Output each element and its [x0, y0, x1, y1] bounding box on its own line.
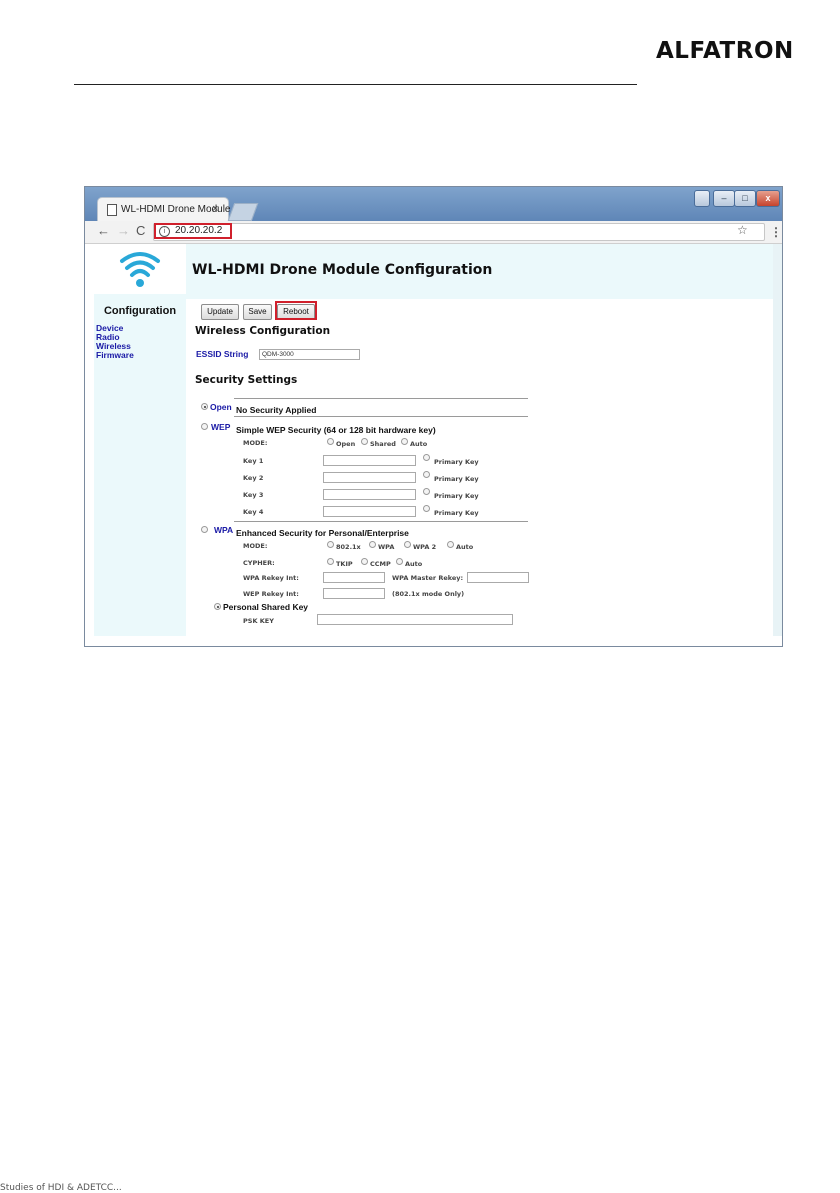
key-1-primary-radio[interactable]: [423, 454, 430, 461]
new-tab-button[interactable]: [227, 203, 259, 221]
key-4-input[interactable]: [323, 506, 416, 517]
key-1-input[interactable]: [323, 455, 416, 466]
open-label: Open: [210, 402, 232, 412]
key-2-primary-radio[interactable]: [423, 471, 430, 478]
key-1-primary-label: Primary Key: [434, 458, 479, 466]
key-2-label: Key 2: [243, 474, 264, 482]
wpa-mode-wpa2-label: WPA 2: [413, 543, 437, 551]
essid-input[interactable]: QDM-3000: [259, 349, 360, 360]
wpa-master-rekey-label: WPA Master Rekey:: [392, 574, 464, 582]
key-1-label: Key 1: [243, 457, 264, 465]
key-4-label: Key 4: [243, 508, 264, 516]
cypher-ccmp-radio[interactable]: [361, 558, 368, 565]
cypher-auto-radio[interactable]: [396, 558, 403, 565]
page-title: WL-HDMI Drone Module Configuration: [192, 262, 493, 278]
sidebar: [94, 244, 186, 636]
wpa-rekey-input[interactable]: [323, 572, 385, 583]
sidebar-heading: Configuration: [103, 305, 177, 317]
bookmark-star-icon[interactable]: ☆: [737, 223, 748, 237]
wifi-icon: [120, 252, 160, 287]
wpa-radio[interactable]: [201, 526, 208, 533]
header-rule: [74, 84, 637, 85]
page-header: WL-HDMI Drone Module Configuration: [186, 244, 773, 299]
key-4-primary-label: Primary Key: [434, 509, 479, 517]
cypher-tkip-label: TKIP: [336, 560, 353, 568]
key-3-label: Key 3: [243, 491, 264, 499]
psk-option-label: Personal Shared Key: [223, 602, 309, 612]
back-arrow-icon[interactable]: ←: [97, 224, 110, 238]
browser-window: WL-HDMI Drone Module × – □ x ← → C i 20.…: [84, 186, 783, 647]
minimize-button[interactable]: –: [713, 190, 735, 207]
key-2-input[interactable]: [323, 472, 416, 483]
update-button[interactable]: Update: [201, 304, 239, 320]
wpa-master-rekey-input[interactable]: [467, 572, 529, 583]
wep-mode-open-label: Open: [336, 440, 356, 448]
browser-menu-icon[interactable]: ⋮: [770, 225, 782, 239]
profile-icon[interactable]: [694, 190, 710, 207]
wep-mode-shared-radio[interactable]: [361, 438, 368, 445]
key-4-primary-radio[interactable]: [423, 505, 430, 512]
essid-label: ESSID String: [196, 349, 249, 359]
close-window-button[interactable]: x: [756, 190, 780, 207]
wifi-logo-box: [94, 244, 186, 294]
wep-description: Simple WEP Security (64 or 128 bit hardw…: [236, 425, 436, 435]
address-highlight-box: [154, 223, 232, 239]
separator: [234, 416, 528, 417]
wep-label: WEP: [211, 422, 231, 432]
wpa-mode-8021x-radio[interactable]: [327, 541, 334, 548]
wpa-mode-wpa2-radio[interactable]: [404, 541, 411, 548]
wep-rekey-note: (802.1x mode Only): [392, 590, 465, 598]
alfatron-logo: ALFATRON: [656, 38, 794, 64]
psk-key-label: PSK KEY: [243, 617, 274, 625]
separator: [234, 521, 528, 522]
cypher-tkip-radio[interactable]: [327, 558, 334, 565]
wep-mode-auto-label: Auto: [410, 440, 428, 448]
wpa-description: Enhanced Security for Personal/Enterpris…: [236, 528, 409, 538]
browser-tab[interactable]: WL-HDMI Drone Module ×: [97, 197, 230, 222]
right-margin-strip: [773, 244, 782, 636]
wpa-mode-auto-radio[interactable]: [447, 541, 454, 548]
forward-arrow-icon[interactable]: →: [117, 224, 130, 238]
open-radio[interactable]: [201, 403, 208, 410]
security-settings-heading: Security Settings: [195, 374, 298, 386]
key-2-primary-label: Primary Key: [434, 475, 479, 483]
wep-mode-label: MODE:: [243, 439, 268, 447]
wpa-mode-wpa-label: WPA: [378, 543, 395, 551]
maximize-button[interactable]: □: [734, 190, 756, 207]
wpa-mode-8021x-label: 802.1x: [336, 543, 361, 551]
key-3-primary-label: Primary Key: [434, 492, 479, 500]
page-viewport: Configuration Device Radio Wireless Firm…: [85, 244, 782, 646]
wep-mode-open-radio[interactable]: [327, 438, 334, 445]
reboot-highlight-box: [275, 301, 317, 320]
save-button[interactable]: Save: [243, 304, 272, 320]
sidebar-link-firmware[interactable]: Firmware: [96, 351, 134, 360]
tab-close-icon[interactable]: ×: [212, 203, 218, 215]
separator: [234, 398, 528, 399]
window-titlebar: WL-HDMI Drone Module × – □ x: [85, 187, 782, 222]
wpa-mode-wpa-radio[interactable]: [369, 541, 376, 548]
address-bar[interactable]: i 20.20.20.2 ☆: [153, 223, 765, 241]
page-icon: [107, 204, 117, 216]
cypher-ccmp-label: CCMP: [370, 560, 391, 568]
wep-rekey-input[interactable]: [323, 588, 385, 599]
cypher-auto-label: Auto: [405, 560, 423, 568]
wep-rekey-label: WEP Rekey Int:: [243, 590, 299, 598]
wep-radio[interactable]: [201, 423, 208, 430]
key-3-input[interactable]: [323, 489, 416, 500]
wpa-mode-label: MODE:: [243, 542, 268, 550]
psk-radio[interactable]: [214, 603, 221, 610]
wep-mode-auto-radio[interactable]: [401, 438, 408, 445]
open-description: No Security Applied: [236, 405, 317, 415]
wpa-mode-auto-label: Auto: [456, 543, 474, 551]
wep-mode-shared-label: Shared: [370, 440, 396, 448]
config-content: Update Save Reboot Wireless Configuratio…: [186, 299, 773, 636]
cypher-label: CYPHER:: [243, 559, 275, 567]
wpa-rekey-label: WPA Rekey Int:: [243, 574, 299, 582]
wpa-label: WPA: [214, 525, 234, 535]
wireless-config-heading: Wireless Configuration: [195, 325, 331, 337]
key-3-primary-radio[interactable]: [423, 488, 430, 495]
browser-toolbar: ← → C i 20.20.20.2 ☆: [85, 221, 782, 244]
reload-icon[interactable]: C: [136, 224, 145, 238]
psk-key-input[interactable]: [317, 614, 513, 625]
